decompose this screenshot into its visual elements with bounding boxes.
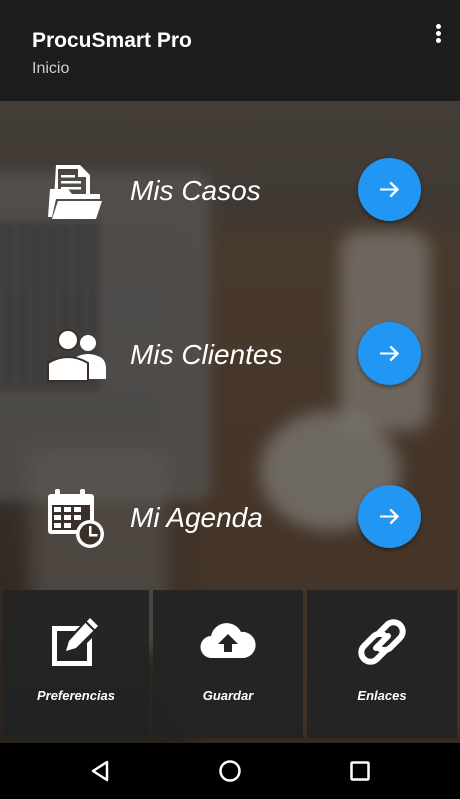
menu-item-mis-clientes[interactable]: Mis Clientes	[0, 305, 460, 405]
menu-item-label: Mis Casos	[130, 175, 261, 206]
tile-enlaces[interactable]: Enlaces	[307, 590, 457, 738]
recents-icon[interactable]	[346, 757, 374, 785]
link-icon	[358, 619, 406, 665]
open-mis-clientes-button[interactable]	[358, 322, 421, 385]
back-icon[interactable]	[87, 757, 115, 785]
arrow-right-icon	[380, 181, 400, 198]
system-nav-bar	[0, 743, 460, 799]
arrow-right-icon	[380, 345, 400, 362]
tile-label: Preferencias	[36, 688, 116, 703]
tile-label: Enlaces	[357, 688, 407, 703]
tile-label: Guardar	[202, 688, 254, 703]
home-icon[interactable]	[216, 757, 244, 785]
folder-documents-icon	[48, 165, 102, 219]
users-icon	[47, 329, 106, 382]
tile-guardar[interactable]: Guardar	[153, 590, 303, 738]
open-mis-casos-button[interactable]	[358, 158, 421, 221]
edit-icon	[52, 618, 98, 666]
screen: ProcuSmart Pro Inicio Mis Casos Mis Clie…	[0, 0, 460, 799]
arrow-right-icon	[380, 508, 400, 525]
open-mi-agenda-button[interactable]	[358, 485, 421, 548]
menu-item-mis-casos[interactable]: Mis Casos	[0, 141, 460, 241]
tile-preferencias[interactable]: Preferencias	[3, 590, 149, 738]
cloud-upload-icon	[200, 623, 256, 659]
app-title: ProcuSmart Pro	[32, 29, 192, 52]
app-subtitle: Inicio	[32, 60, 70, 77]
app-bar: ProcuSmart Pro Inicio	[0, 0, 460, 101]
more-vert-icon[interactable]	[430, 24, 446, 50]
menu-item-mi-agenda[interactable]: Mi Agenda	[0, 468, 460, 568]
menu-item-label: Mis Clientes	[130, 339, 283, 370]
calendar-clock-icon	[48, 489, 104, 548]
bottom-tiles: Preferencias Guardar Enlaces	[0, 590, 460, 742]
menu-item-label: Mi Agenda	[130, 502, 263, 533]
